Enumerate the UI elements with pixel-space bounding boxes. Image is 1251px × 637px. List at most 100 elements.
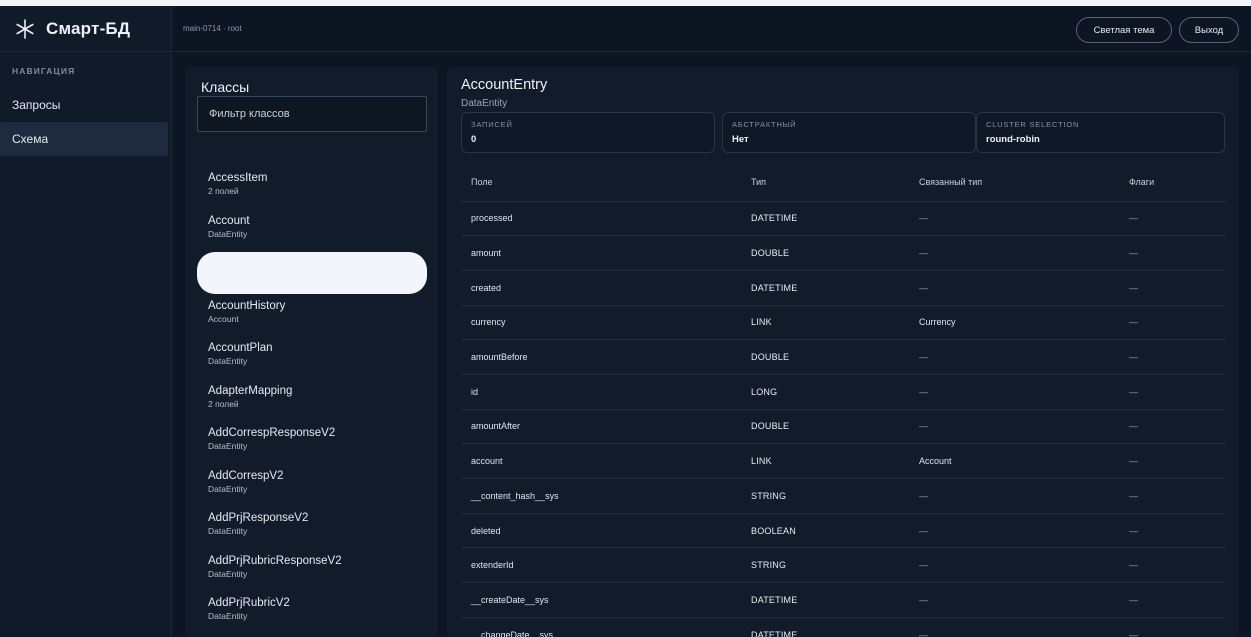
- class-item[interactable]: AddPrjRubricResponseV2 DataEntity: [185, 550, 438, 593]
- records-stat-card: ЗАПИСЕЙ 0: [461, 112, 715, 153]
- table-row[interactable]: id LONG — —: [461, 374, 1225, 410]
- field-flags: —: [1119, 374, 1225, 410]
- related-type: —: [909, 513, 1119, 549]
- field-type: LINK: [741, 305, 909, 341]
- stat-label: ЗАПИСЕЙ: [471, 120, 513, 129]
- field-flags: —: [1119, 547, 1225, 584]
- table-row[interactable]: extenderId STRING — —: [461, 547, 1225, 584]
- class-name: AccountEntry: [208, 257, 277, 269]
- field-type: DATETIME: [741, 582, 909, 618]
- related-type: —: [909, 374, 1119, 410]
- class-parent: 2 полей: [208, 186, 239, 196]
- field-name: account: [461, 443, 741, 479]
- classes-title: Классы: [201, 79, 250, 95]
- class-item[interactable]: AddCorrespResponseV2 DataEntity: [185, 422, 438, 465]
- field-type: STRING: [741, 478, 909, 514]
- field-flags: —: [1119, 513, 1225, 549]
- stat-label: CLUSTER SELECTION: [986, 120, 1080, 129]
- related-type: —: [909, 270, 1119, 306]
- class-item[interactable]: AdapterMapping 2 полей: [185, 380, 438, 423]
- table-row[interactable]: processed DATETIME — —: [461, 201, 1225, 237]
- field-type: DOUBLE: [741, 235, 909, 271]
- field-flags: —: [1119, 478, 1225, 514]
- related-type: —: [909, 478, 1119, 514]
- field-type: DATETIME: [741, 201, 909, 237]
- field-name: deleted: [461, 513, 741, 549]
- class-name: AddCorrespV2: [208, 469, 284, 482]
- class-parent: DataEntity: [208, 441, 248, 451]
- field-type: LINK: [741, 443, 909, 479]
- table-row[interactable]: __content_hash__sys STRING — —: [461, 478, 1225, 514]
- field-name: __changeDate__sys: [461, 617, 741, 637]
- field-flags: —: [1119, 305, 1225, 341]
- class-item[interactable]: AddCorrespV2 DataEntity: [185, 465, 438, 508]
- field-type: STRING: [741, 547, 909, 584]
- column-header-field[interactable]: Поле: [461, 164, 741, 202]
- column-header-related-type[interactable]: Связанный тип: [909, 164, 1119, 202]
- field-flags: —: [1119, 235, 1225, 271]
- table-row[interactable]: account LINK Account —: [461, 443, 1225, 479]
- column-header-type[interactable]: Тип: [741, 164, 909, 202]
- class-parent: DataEntity: [208, 228, 248, 239]
- related-type: Account: [909, 443, 1119, 479]
- field-flags: —: [1119, 339, 1225, 375]
- table-row[interactable]: amountBefore DOUBLE — —: [461, 339, 1225, 375]
- sidebar-item-queries[interactable]: Запросы: [0, 88, 167, 122]
- class-name: AdapterMapping: [208, 384, 293, 397]
- field-flags: —: [1119, 617, 1225, 637]
- class-item[interactable]: AddPrjResponseV2 DataEntity: [185, 507, 438, 550]
- class-item[interactable]: AccountHistory Account: [185, 295, 438, 338]
- related-type: —: [909, 201, 1119, 237]
- field-type: DATETIME: [741, 270, 909, 306]
- class-title: AccountEntry: [461, 77, 548, 93]
- sidebar: Смарт-БД НАВИГАЦИЯ Запросы Схема: [0, 6, 172, 637]
- class-item-selected[interactable]: AccountEntry DataEntity: [185, 252, 438, 295]
- class-item[interactable]: AccountPlan DataEntity: [185, 337, 438, 380]
- related-type: —: [909, 409, 1119, 445]
- class-parent: DataEntity: [208, 568, 248, 579]
- class-parent: Account: [208, 313, 239, 324]
- sidebar-item-schema[interactable]: Схема: [0, 122, 168, 156]
- class-parent: DataEntity: [208, 356, 248, 366]
- field-flags: —: [1119, 270, 1225, 306]
- field-name: __content_hash__sys: [461, 478, 741, 514]
- class-parent: DataEntity: [208, 611, 248, 621]
- table-row[interactable]: amountAfter DOUBLE — —: [461, 409, 1225, 445]
- nav-heading: НАВИГАЦИЯ: [12, 66, 76, 76]
- field-name: __createDate__sys: [461, 582, 741, 618]
- related-type: —: [909, 617, 1119, 637]
- class-item[interactable]: AddPrjRubricV2 DataEntity: [185, 592, 438, 635]
- class-name: AddCorrespResponseV2: [208, 427, 336, 439]
- table-row[interactable]: amount DOUBLE — —: [461, 235, 1225, 271]
- class-item[interactable]: Account DataEntity: [185, 210, 438, 253]
- table-row[interactable]: currency LINK Currency —: [461, 305, 1225, 341]
- class-parent: DataEntity: [208, 483, 248, 494]
- table-row[interactable]: deleted BOOLEAN — —: [461, 513, 1225, 549]
- field-name: extenderId: [461, 547, 741, 584]
- column-header-flags[interactable]: Флаги: [1119, 164, 1225, 202]
- field-type: DATETIME: [741, 617, 909, 637]
- field-type: LONG: [741, 374, 909, 410]
- brand[interactable]: Смарт-БД: [0, 6, 171, 52]
- field-flags: —: [1119, 582, 1225, 618]
- class-name: AccountHistory: [208, 299, 286, 312]
- field-flags: —: [1119, 443, 1225, 479]
- class-name: AddPrjRubricResponseV2: [208, 554, 342, 567]
- class-item[interactable]: AccessItem 2 полей: [185, 167, 438, 210]
- field-name: created: [461, 270, 741, 306]
- table-row[interactable]: __createDate__sys DATETIME — —: [461, 582, 1225, 618]
- related-type: Currency: [909, 305, 1119, 341]
- class-detail-panel: AccountEntry DataEntity ЗАПИСЕЙ 0 АБСТРА…: [447, 67, 1239, 637]
- class-name: AccountPlan: [208, 342, 273, 354]
- logout-button[interactable]: Выход: [1179, 17, 1239, 43]
- class-parent: DataEntity: [208, 526, 248, 536]
- table-row[interactable]: __changeDate__sys DATETIME — —: [461, 617, 1225, 637]
- asterisk-logo-icon: [14, 18, 36, 40]
- class-filter-input[interactable]: [197, 96, 427, 132]
- table-row[interactable]: created DATETIME — —: [461, 270, 1225, 306]
- class-name: AddPrjRubricV2: [208, 597, 290, 609]
- class-name: AccessItem: [208, 172, 268, 184]
- related-type: —: [909, 339, 1119, 375]
- light-theme-button[interactable]: Светлая тема: [1076, 17, 1172, 43]
- class-parent-label: DataEntity: [461, 98, 508, 109]
